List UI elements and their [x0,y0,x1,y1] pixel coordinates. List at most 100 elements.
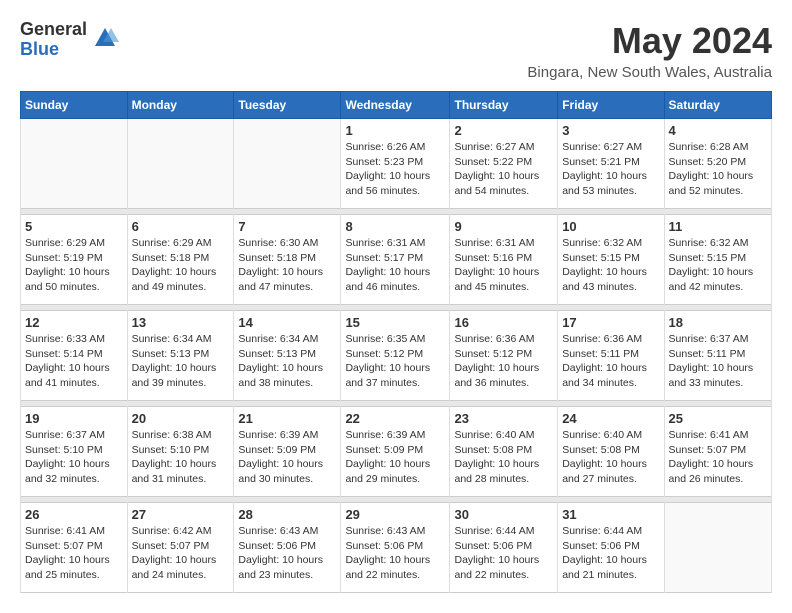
column-header-tuesday: Tuesday [234,92,341,119]
day-info: Sunrise: 6:31 AM Sunset: 5:16 PM Dayligh… [454,236,553,295]
calendar-cell: 2 Sunrise: 6:27 AM Sunset: 5:22 PM Daylig… [450,119,558,209]
day-number: 13 [132,315,230,330]
day-number: 23 [454,411,553,426]
calendar-cell: 7 Sunrise: 6:30 AM Sunset: 5:18 PM Daylig… [234,215,341,305]
day-info: Sunrise: 6:29 AM Sunset: 5:19 PM Dayligh… [25,236,123,295]
calendar-cell: 13 Sunrise: 6:34 AM Sunset: 5:13 PM Dayli… [127,311,234,401]
day-number: 14 [238,315,336,330]
column-header-sunday: Sunday [21,92,128,119]
title-section: May 2024 Bingara, New South Wales, Austr… [527,20,772,81]
calendar-cell: 25Sunrise: 6:41 AM Sunset: 5:07 PM Dayli… [664,407,771,497]
day-number: 30 [454,507,553,522]
day-info: Sunrise: 6:27 AM Sunset: 5:22 PM Dayligh… [454,140,553,199]
month-title: May 2024 [527,20,772,62]
calendar-cell: 22 Sunrise: 6:39 AM Sunset: 5:09 PM Dayli… [341,407,450,497]
day-number: 4 [669,123,767,138]
calendar-header-row: SundayMondayTuesdayWednesdayThursdayFrid… [21,92,772,119]
calendar-cell: 24 Sunrise: 6:40 AM Sunset: 5:08 PM Dayli… [558,407,664,497]
calendar-cell [127,119,234,209]
column-header-friday: Friday [558,92,664,119]
day-number: 25 [669,411,767,426]
day-info: Sunrise: 6:38 AM Sunset: 5:10 PM Dayligh… [132,428,230,487]
calendar-cell: 17 Sunrise: 6:36 AM Sunset: 5:11 PM Dayli… [558,311,664,401]
day-number: 24 [562,411,659,426]
location: Bingara, New South Wales, Australia [527,64,772,81]
week-row-2: 12Sunrise: 6:33 AM Sunset: 5:14 PM Dayli… [21,311,772,401]
calendar-cell: 23Sunrise: 6:40 AM Sunset: 5:08 PM Dayli… [450,407,558,497]
calendar-cell: 8Sunrise: 6:31 AM Sunset: 5:17 PM Daylig… [341,215,450,305]
day-number: 19 [25,411,123,426]
day-number: 7 [238,219,336,234]
day-info: Sunrise: 6:40 AM Sunset: 5:08 PM Dayligh… [562,428,659,487]
calendar-cell: 3 Sunrise: 6:27 AM Sunset: 5:21 PM Daylig… [558,119,664,209]
day-number: 3 [562,123,659,138]
day-info: Sunrise: 6:43 AM Sunset: 5:06 PM Dayligh… [345,524,445,583]
calendar-cell: 21Sunrise: 6:39 AM Sunset: 5:09 PM Dayli… [234,407,341,497]
calendar-cell: 9 Sunrise: 6:31 AM Sunset: 5:16 PM Daylig… [450,215,558,305]
day-info: Sunrise: 6:32 AM Sunset: 5:15 PM Dayligh… [669,236,767,295]
calendar-cell: 14 Sunrise: 6:34 AM Sunset: 5:13 PM Dayli… [234,311,341,401]
day-number: 2 [454,123,553,138]
calendar-cell: 15 Sunrise: 6:35 AM Sunset: 5:12 PM Dayli… [341,311,450,401]
day-number: 15 [345,315,445,330]
day-info: Sunrise: 6:28 AM Sunset: 5:20 PM Dayligh… [669,140,767,199]
day-info: Sunrise: 6:39 AM Sunset: 5:09 PM Dayligh… [345,428,445,487]
day-number: 11 [669,219,767,234]
calendar-cell: 20 Sunrise: 6:38 AM Sunset: 5:10 PM Dayli… [127,407,234,497]
column-header-saturday: Saturday [664,92,771,119]
week-row-0: 1Sunrise: 6:26 AM Sunset: 5:23 PM Daylig… [21,119,772,209]
column-header-wednesday: Wednesday [341,92,450,119]
calendar-cell: 10 Sunrise: 6:32 AM Sunset: 5:15 PM Dayli… [558,215,664,305]
day-number: 10 [562,219,659,234]
day-info: Sunrise: 6:29 AM Sunset: 5:18 PM Dayligh… [132,236,230,295]
calendar-cell: 16 Sunrise: 6:36 AM Sunset: 5:12 PM Dayli… [450,311,558,401]
logo: General Blue [20,20,119,60]
calendar-table: SundayMondayTuesdayWednesdayThursdayFrid… [20,91,772,593]
day-number: 18 [669,315,767,330]
day-info: Sunrise: 6:34 AM Sunset: 5:13 PM Dayligh… [238,332,336,391]
calendar-cell: 28Sunrise: 6:43 AM Sunset: 5:06 PM Dayli… [234,503,341,593]
day-number: 17 [562,315,659,330]
day-info: Sunrise: 6:30 AM Sunset: 5:18 PM Dayligh… [238,236,336,295]
day-number: 5 [25,219,123,234]
day-number: 27 [132,507,230,522]
day-number: 26 [25,507,123,522]
calendar-cell: 19 Sunrise: 6:37 AM Sunset: 5:10 PM Dayli… [21,407,128,497]
calendar-cell: 18 Sunrise: 6:37 AM Sunset: 5:11 PM Dayli… [664,311,771,401]
day-number: 16 [454,315,553,330]
day-info: Sunrise: 6:41 AM Sunset: 5:07 PM Dayligh… [25,524,123,583]
week-row-4: 26 Sunrise: 6:41 AM Sunset: 5:07 PM Dayli… [21,503,772,593]
day-number: 6 [132,219,230,234]
day-info: Sunrise: 6:37 AM Sunset: 5:11 PM Dayligh… [669,332,767,391]
day-info: Sunrise: 6:36 AM Sunset: 5:12 PM Dayligh… [454,332,553,391]
logo-general: General [20,20,87,40]
day-info: Sunrise: 6:35 AM Sunset: 5:12 PM Dayligh… [345,332,445,391]
calendar-cell: 27 Sunrise: 6:42 AM Sunset: 5:07 PM Dayli… [127,503,234,593]
day-info: Sunrise: 6:43 AM Sunset: 5:06 PM Dayligh… [238,524,336,583]
day-number: 9 [454,219,553,234]
calendar-cell: 5 Sunrise: 6:29 AM Sunset: 5:19 PM Daylig… [21,215,128,305]
day-info: Sunrise: 6:39 AM Sunset: 5:09 PM Dayligh… [238,428,336,487]
day-info: Sunrise: 6:32 AM Sunset: 5:15 PM Dayligh… [562,236,659,295]
calendar-cell: 31Sunrise: 6:44 AM Sunset: 5:06 PM Dayli… [558,503,664,593]
day-info: Sunrise: 6:27 AM Sunset: 5:21 PM Dayligh… [562,140,659,199]
calendar-cell [234,119,341,209]
calendar-cell: 1Sunrise: 6:26 AM Sunset: 5:23 PM Daylig… [341,119,450,209]
day-info: Sunrise: 6:36 AM Sunset: 5:11 PM Dayligh… [562,332,659,391]
day-number: 20 [132,411,230,426]
day-info: Sunrise: 6:44 AM Sunset: 5:06 PM Dayligh… [454,524,553,583]
day-info: Sunrise: 6:42 AM Sunset: 5:07 PM Dayligh… [132,524,230,583]
column-header-thursday: Thursday [450,92,558,119]
calendar-cell: 29Sunrise: 6:43 AM Sunset: 5:06 PM Dayli… [341,503,450,593]
calendar-cell: 26 Sunrise: 6:41 AM Sunset: 5:07 PM Dayli… [21,503,128,593]
calendar-cell: 6 Sunrise: 6:29 AM Sunset: 5:18 PM Daylig… [127,215,234,305]
calendar-cell: 30 Sunrise: 6:44 AM Sunset: 5:06 PM Dayli… [450,503,558,593]
calendar-cell [664,503,771,593]
calendar-cell: 12Sunrise: 6:33 AM Sunset: 5:14 PM Dayli… [21,311,128,401]
page-header: General Blue May 2024 Bingara, New South… [20,20,772,81]
day-info: Sunrise: 6:37 AM Sunset: 5:10 PM Dayligh… [25,428,123,487]
calendar-cell [21,119,128,209]
day-info: Sunrise: 6:34 AM Sunset: 5:13 PM Dayligh… [132,332,230,391]
column-header-monday: Monday [127,92,234,119]
day-number: 22 [345,411,445,426]
